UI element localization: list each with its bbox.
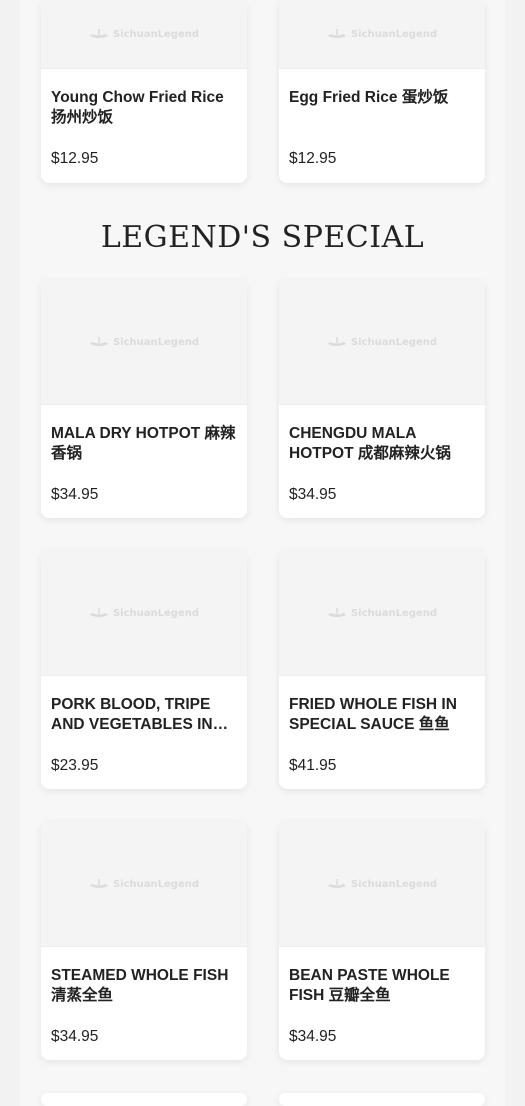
item-image-placeholder: SichuanLegend — [279, 280, 485, 405]
item-name: BEAN PASTE WHOLE FISH 豆瓣全鱼 — [289, 967, 450, 1004]
sichuan-legend-logo-icon: SichuanLegend — [327, 607, 437, 619]
item-name: FRIED WHOLE FISH IN SPECIAL SAUCE 鱼鱼 — [289, 696, 457, 733]
item-name: STEAMED WHOLE FISH 清蒸全鱼 — [51, 967, 229, 1004]
sichuan-legend-logo-icon: SichuanLegend — [89, 336, 199, 348]
item-name: Young Chow Fried Rice 扬州炒饭 — [51, 89, 224, 126]
menu-item-card[interactable]: SichuanLegend FRIED WHOLE FISH IN SPECIA… — [279, 551, 485, 789]
menu-page: SichuanLegend Young Chow Fried Rice 扬州炒饭… — [20, 0, 505, 1106]
item-name: CHENGDU MALA HOTPOT 成都麻辣火锅 — [289, 425, 451, 462]
item-name: PORK BLOOD, TRIPE AND VEGETABLES IN… — [51, 696, 229, 733]
item-image-placeholder: SichuanLegend — [41, 280, 247, 405]
item-name: Egg Fried Rice 蛋炒饭 — [289, 89, 449, 106]
item-image-placeholder: SichuanLegend — [41, 822, 247, 947]
menu-item-card[interactable]: SichuanLegend Young Chow Fried Rice 扬州炒饭… — [41, 0, 247, 183]
item-price: $34.95 — [51, 486, 99, 503]
item-image-placeholder: SichuanLegend — [279, 0, 485, 69]
section-title: LEGEND'S SPECIAL — [100, 220, 425, 255]
menu-item-card[interactable]: SichuanLegend MALA DRY HOTPOT 麻辣香锅 $34.9… — [41, 280, 247, 518]
sichuan-legend-logo-icon: SichuanLegend — [327, 336, 437, 348]
item-image-placeholder: SichuanLegend — [279, 822, 485, 947]
menu-item-card[interactable] — [279, 1093, 485, 1106]
item-price: $12.95 — [51, 150, 99, 167]
sichuan-legend-logo-icon: SichuanLegend — [89, 878, 199, 890]
menu-item-card[interactable]: SichuanLegend BEAN PASTE WHOLE FISH 豆瓣全鱼… — [279, 822, 485, 1060]
menu-item-card[interactable]: SichuanLegend Egg Fried Rice 蛋炒饭 $12.95 — [279, 0, 485, 183]
sichuan-legend-logo-icon: SichuanLegend — [327, 28, 437, 40]
sichuan-legend-logo-icon: SichuanLegend — [89, 607, 199, 619]
menu-item-card[interactable] — [41, 1093, 247, 1106]
item-name: MALA DRY HOTPOT 麻辣香锅 — [51, 425, 236, 462]
menu-item-card[interactable]: SichuanLegend STEAMED WHOLE FISH 清蒸全鱼 $3… — [41, 822, 247, 1060]
item-price: $34.95 — [289, 486, 337, 503]
item-price: $34.95 — [289, 1028, 337, 1045]
item-price: $34.95 — [51, 1028, 99, 1045]
item-image-placeholder: SichuanLegend — [41, 0, 247, 69]
menu-item-card[interactable]: SichuanLegend CHENGDU MALA HOTPOT 成都麻辣火锅… — [279, 280, 485, 518]
sichuan-legend-logo-icon: SichuanLegend — [89, 28, 199, 40]
item-price: $23.95 — [51, 757, 99, 774]
item-image-placeholder: SichuanLegend — [41, 551, 247, 676]
item-price: $12.95 — [289, 150, 337, 167]
sichuan-legend-logo-icon: SichuanLegend — [327, 878, 437, 890]
item-price: $41.95 — [289, 757, 337, 774]
menu-item-card[interactable]: SichuanLegend PORK BLOOD, TRIPE AND VEGE… — [41, 551, 247, 789]
item-image-placeholder: SichuanLegend — [279, 551, 485, 676]
